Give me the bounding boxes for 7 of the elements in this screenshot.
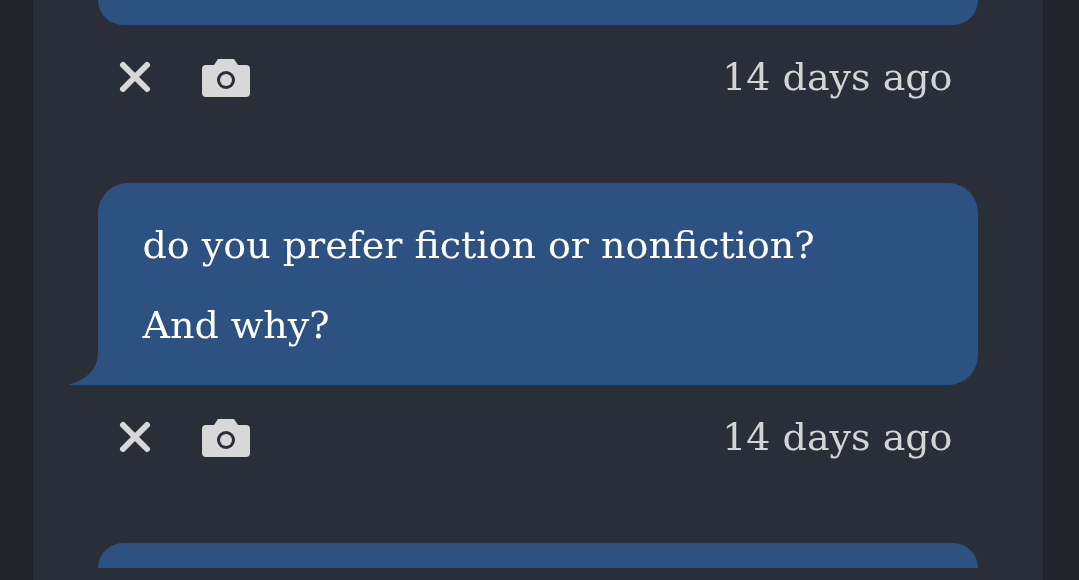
timestamp: 14 days ago xyxy=(722,55,953,99)
camera-icon[interactable] xyxy=(201,417,250,457)
timestamp: 14 days ago xyxy=(722,415,953,459)
message-text: do you prefer fiction or nonfiction? And why? xyxy=(142,223,815,347)
camera-icon[interactable] xyxy=(201,57,250,97)
close-icon[interactable] xyxy=(117,420,152,454)
close-icon[interactable] xyxy=(117,60,152,94)
